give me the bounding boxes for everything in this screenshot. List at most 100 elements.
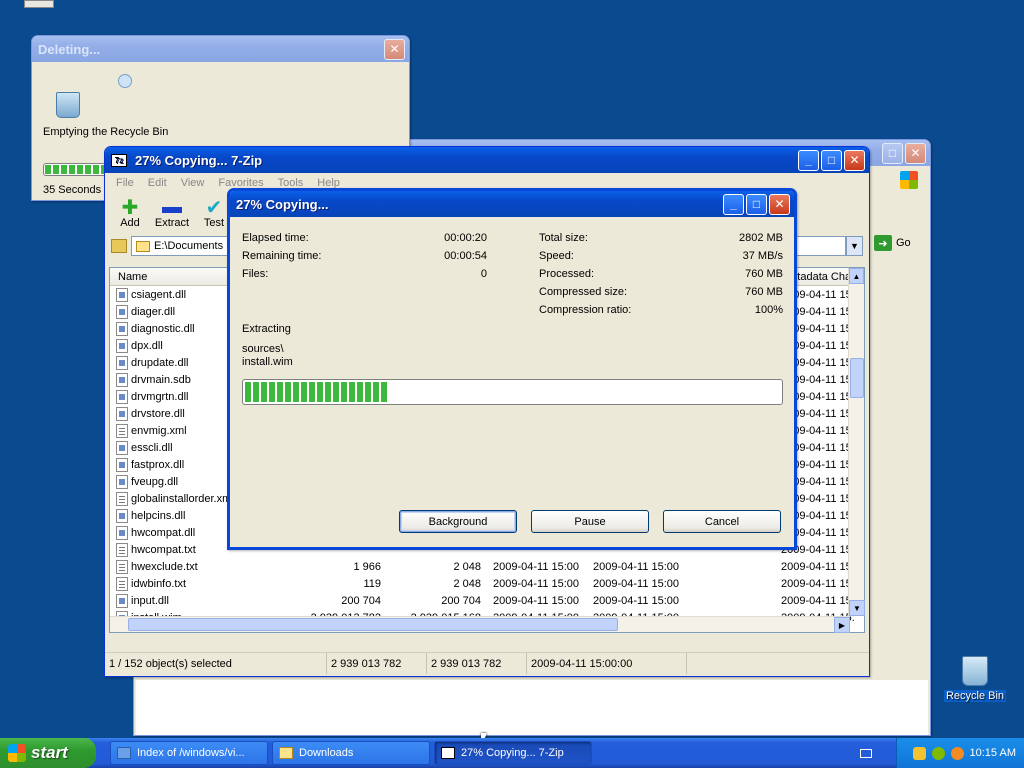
remaining-value: 00:00:54 — [444, 250, 487, 262]
deleting-close-button[interactable]: ✕ — [384, 38, 405, 60]
file-created: 2009-04-11 15:00 — [593, 560, 680, 573]
desktop-top-icon[interactable] — [24, 0, 54, 8]
start-label: start — [31, 743, 68, 762]
file-meta: 2009-04-11 15: — [781, 560, 855, 573]
file-icon — [116, 321, 128, 336]
menu-view[interactable]: View — [174, 177, 212, 189]
file-icon — [116, 576, 128, 591]
file-name: input.dll — [131, 594, 169, 607]
windows-flag-icon — [8, 744, 26, 762]
speed-label: Speed: — [539, 250, 574, 262]
file-name: idwbinfo.txt — [131, 577, 187, 590]
deleting-titlebar[interactable]: Deleting... ✕ — [32, 36, 409, 62]
folder-icon — [136, 240, 150, 252]
sevenzip-close-button[interactable]: ✕ — [844, 149, 865, 171]
cancel-button[interactable]: Cancel — [663, 510, 781, 533]
add-label: Add — [120, 217, 140, 229]
sevenzip-maximize-button[interactable]: □ — [821, 149, 842, 171]
network-icon[interactable] — [931, 746, 945, 760]
pause-button[interactable]: Pause — [531, 510, 649, 533]
security-shield-icon[interactable] — [912, 746, 926, 760]
go-button[interactable]: ➜ Go — [874, 235, 911, 251]
total-label: Total size: — [539, 232, 588, 244]
go-label: Go — [896, 237, 911, 249]
file-modified: 2009-04-11 15:00 — [493, 560, 580, 573]
table-row[interactable]: hwexclude.txt 1 966 2 048 2009-04-11 15:00 2… — [110, 558, 864, 575]
vertical-scrollbar[interactable]: ▲ ▼ — [848, 268, 865, 616]
file-size: 1 966 — [353, 560, 381, 573]
copy-close-button[interactable]: ✕ — [769, 193, 790, 215]
table-row[interactable]: input.dll 200 704 200 704 2009-04-11 15:00 2… — [110, 592, 864, 609]
file-meta: 2009-04-11 15: — [781, 594, 855, 607]
file-meta: 2009-04-11 15: — [781, 577, 855, 590]
background-maximize-button[interactable]: □ — [882, 142, 903, 164]
action-text: Extracting — [242, 323, 291, 335]
up-folder-icon[interactable] — [111, 239, 127, 253]
task-downloads-label: Downloads — [299, 747, 354, 759]
copy-minimize-button[interactable]: _ — [723, 193, 744, 215]
deleting-message: Emptying the Recycle Bin — [43, 126, 169, 138]
desktop-recycle-bin-icon — [962, 656, 988, 686]
ratio-label: Compression ratio: — [539, 304, 632, 316]
file-created: 2009-04-11 15:00 — [593, 594, 680, 607]
copy-dialog[interactable]: 27% Copying... _ □ ✕ Elapsed time: 00:00… — [227, 188, 797, 550]
background-button[interactable]: Background — [399, 510, 517, 533]
copy-dialog-titlebar[interactable]: 27% Copying... _ □ ✕ — [230, 191, 794, 217]
task-downloads[interactable]: Downloads — [272, 741, 430, 765]
plus-icon: ✚ — [121, 196, 139, 219]
sevenzip-minimize-button[interactable]: _ — [798, 149, 819, 171]
background-close-button[interactable]: ✕ — [905, 142, 926, 164]
go-arrow-icon: ➜ — [874, 235, 892, 251]
file-icon — [116, 304, 128, 319]
file-size: 119 — [363, 577, 381, 590]
remaining-label: Remaining time: — [242, 250, 322, 262]
status-bar: 1 / 152 object(s) selected 2 939 013 782… — [105, 652, 869, 674]
elapsed-value: 00:00:20 — [444, 232, 487, 244]
folder-icon — [279, 747, 293, 759]
table-row[interactable]: idwbinfo.txt 119 2 048 2009-04-11 15:00 2009… — [110, 575, 864, 592]
file-name: hwexclude.txt — [131, 560, 198, 573]
file-packed: 200 704 — [441, 594, 481, 607]
system-tray: 10:15 AM — [896, 738, 1024, 768]
hscroll-thumb[interactable] — [128, 618, 618, 631]
scroll-up-button[interactable]: ▲ — [849, 268, 864, 284]
processed-label: Processed: — [539, 268, 595, 280]
processed-value: 760 MB — [745, 268, 783, 280]
file-icon — [116, 423, 128, 438]
search-icon[interactable] — [950, 746, 964, 760]
hscroll-right-button[interactable]: ▶ — [834, 617, 850, 633]
sevenzip-titlebar[interactable]: 7z 27% Copying... 7-Zip _ □ ✕ — [105, 147, 869, 173]
sevenzip-title: 27% Copying... 7-Zip — [135, 152, 263, 168]
menu-edit[interactable]: Edit — [141, 177, 174, 189]
browser-icon — [117, 747, 131, 759]
desktop-recycle-bin[interactable]: Recycle Bin — [942, 656, 1008, 702]
taskbar: start Index of /windows/vi... Downloads … — [0, 738, 1024, 768]
start-button[interactable]: start — [0, 738, 96, 768]
files-label: Files: — [242, 268, 269, 280]
file-icon — [116, 406, 128, 421]
horizontal-scrollbar[interactable]: ▶ — [110, 616, 850, 633]
keyboard-icon[interactable] — [860, 748, 872, 758]
file-size: 200 704 — [341, 594, 381, 607]
copy-maximize-button[interactable]: □ — [746, 193, 767, 215]
sevenzip-app-icon: 7z — [111, 153, 127, 167]
extract-button[interactable]: ▬ Extract — [151, 196, 193, 230]
background-content — [136, 680, 928, 735]
files-value: 0 — [480, 268, 487, 280]
status-selected: 1 / 152 object(s) selected — [105, 653, 327, 674]
file-icon — [116, 389, 128, 404]
add-button[interactable]: ✚ Add — [109, 196, 151, 230]
task-browser[interactable]: Index of /windows/vi... — [110, 741, 268, 765]
file-icon — [116, 457, 128, 472]
current-folder: sources\ — [242, 343, 284, 355]
file-icon — [116, 491, 128, 506]
scroll-down-button[interactable]: ▼ — [849, 600, 865, 616]
task-7zip[interactable]: 27% Copying... 7-Zip — [434, 741, 592, 765]
sevenzip-task-icon — [441, 747, 455, 759]
scroll-thumb[interactable] — [850, 358, 864, 398]
menu-file[interactable]: File — [109, 177, 141, 189]
clock: 10:15 AM — [969, 747, 1016, 759]
current-file: install.wim — [242, 356, 293, 368]
address-dropdown-icon[interactable]: ▼ — [846, 236, 863, 256]
file-icon — [116, 525, 128, 540]
